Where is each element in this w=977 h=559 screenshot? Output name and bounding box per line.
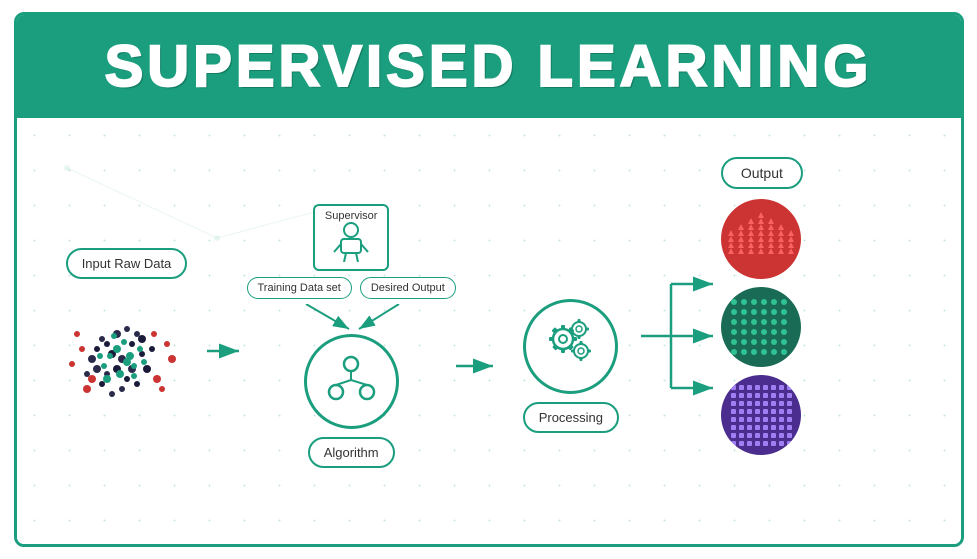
page-title: SUPERVISED LEARNING: [17, 33, 961, 100]
algorithm-circle: [304, 334, 399, 429]
processing-column: Processing: [501, 299, 641, 433]
red-dots-pattern: [726, 204, 796, 274]
desired-output-label: Desired Output: [360, 277, 456, 299]
supervisor-section: Supervisor T: [247, 204, 456, 299]
arrow-svg-2: [456, 356, 501, 376]
supervisor-person-icon: [326, 222, 376, 262]
gears-icon: [541, 319, 601, 374]
algo-supervisor-column: Supervisor T: [247, 204, 456, 468]
arrow-processing-to-output: [641, 296, 721, 436]
supervisor-label: Supervisor: [325, 210, 378, 222]
arrow-algo-to-processing: [456, 356, 501, 376]
input-column: Input Raw Data: [47, 248, 207, 424]
purple-dots-pattern: [726, 380, 796, 450]
processing-circle: [523, 299, 618, 394]
supervisor-arrows: [251, 304, 451, 334]
training-dataset-label: Training Data set: [247, 277, 352, 299]
output-circle-green: [721, 287, 801, 367]
green-dots-pattern: [726, 292, 796, 362]
output-label: Output: [721, 157, 803, 189]
training-desired-row: Training Data set Desired Output: [247, 277, 456, 299]
supervisor-box: Supervisor: [313, 204, 390, 271]
processing-label: Processing: [523, 402, 619, 433]
arrow-input-to-algo: [207, 341, 247, 361]
main-frame: SUPERVISED LEARNING Input Raw Data: [14, 12, 964, 547]
arrow-svg-branching: [641, 236, 721, 436]
output-circle-red: [721, 199, 801, 279]
algorithm-label: Algorithm: [308, 437, 395, 468]
arrow-svg-1: [207, 341, 247, 361]
header-section: SUPERVISED LEARNING: [17, 15, 961, 118]
output-circle-purple: [721, 375, 801, 455]
content-area: Input Raw Data: [17, 118, 961, 547]
input-raw-data-label: Input Raw Data: [66, 248, 188, 279]
hierarchy-icon: [324, 354, 379, 409]
output-column: Output: [721, 157, 803, 455]
scatter-plot: [62, 294, 192, 424]
